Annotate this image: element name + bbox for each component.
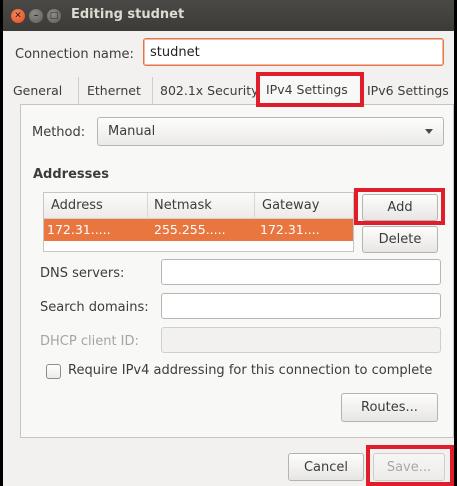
tab-ipv4-settings[interactable]: IPv4 Settings: [257, 74, 364, 104]
delete-address-button[interactable]: Delete: [362, 226, 438, 253]
tab-8021x-security[interactable]: 802.1x Security: [160, 77, 256, 104]
cell-netmask[interactable]: 255.255.....: [154, 222, 226, 237]
routes-button[interactable]: Routes...: [341, 393, 438, 422]
cell-address[interactable]: 172.31.....: [47, 222, 111, 237]
tab-ethernet[interactable]: Ethernet: [87, 77, 153, 104]
method-dropdown[interactable]: Manual: [97, 117, 444, 146]
require-ipv4-label[interactable]: Require IPv4 addressing for this connect…: [68, 363, 432, 378]
search-domains-input[interactable]: [161, 293, 441, 319]
tab-ipv6-settings[interactable]: IPv6 Settings: [367, 77, 454, 104]
chevron-down-icon: [425, 129, 433, 134]
editing-connection-dialog: ✕ – □ Editing studnet Connection name: G…: [3, 0, 454, 486]
tab-bar: General Ethernet 802.1x Security IPv4 Se…: [13, 74, 454, 104]
method-value: Manual: [108, 124, 156, 139]
addresses-table[interactable]: Address Netmask Gateway 172.31..... 255.…: [43, 192, 354, 252]
connection-name-label: Connection name:: [15, 47, 134, 62]
column-header-gateway[interactable]: Gateway: [262, 198, 319, 213]
column-header-netmask[interactable]: Netmask: [154, 198, 212, 213]
cancel-button[interactable]: Cancel: [288, 453, 364, 481]
column-divider: [147, 193, 148, 219]
column-divider: [254, 193, 255, 219]
title-bar[interactable]: ✕ – □ Editing studnet: [3, 0, 454, 31]
method-label: Method:: [32, 125, 86, 140]
connection-name-input[interactable]: [143, 38, 444, 66]
addresses-heading: Addresses: [33, 167, 109, 182]
maximize-window-icon[interactable]: □: [47, 9, 61, 23]
table-row[interactable]: 172.31..... 255.255..... 172.31....: [44, 219, 353, 241]
dhcp-client-id-input[interactable]: [161, 327, 441, 353]
cell-gateway[interactable]: 172.31....: [260, 222, 320, 237]
table-header: Address Netmask Gateway: [44, 193, 353, 219]
dns-servers-input[interactable]: [161, 259, 441, 285]
search-domains-label: Search domains:: [40, 300, 149, 315]
close-window-icon[interactable]: ✕: [11, 9, 25, 23]
minimize-window-icon[interactable]: –: [29, 9, 43, 23]
add-address-button[interactable]: Add: [362, 194, 438, 221]
dns-servers-label: DNS servers:: [40, 266, 125, 281]
window-title: Editing studnet: [71, 7, 185, 22]
require-ipv4-checkbox[interactable]: [46, 364, 61, 379]
save-button[interactable]: Save...: [373, 453, 445, 481]
tab-general[interactable]: General: [13, 77, 79, 104]
column-header-address[interactable]: Address: [51, 198, 103, 213]
dhcp-client-id-label: DHCP client ID:: [40, 334, 139, 349]
